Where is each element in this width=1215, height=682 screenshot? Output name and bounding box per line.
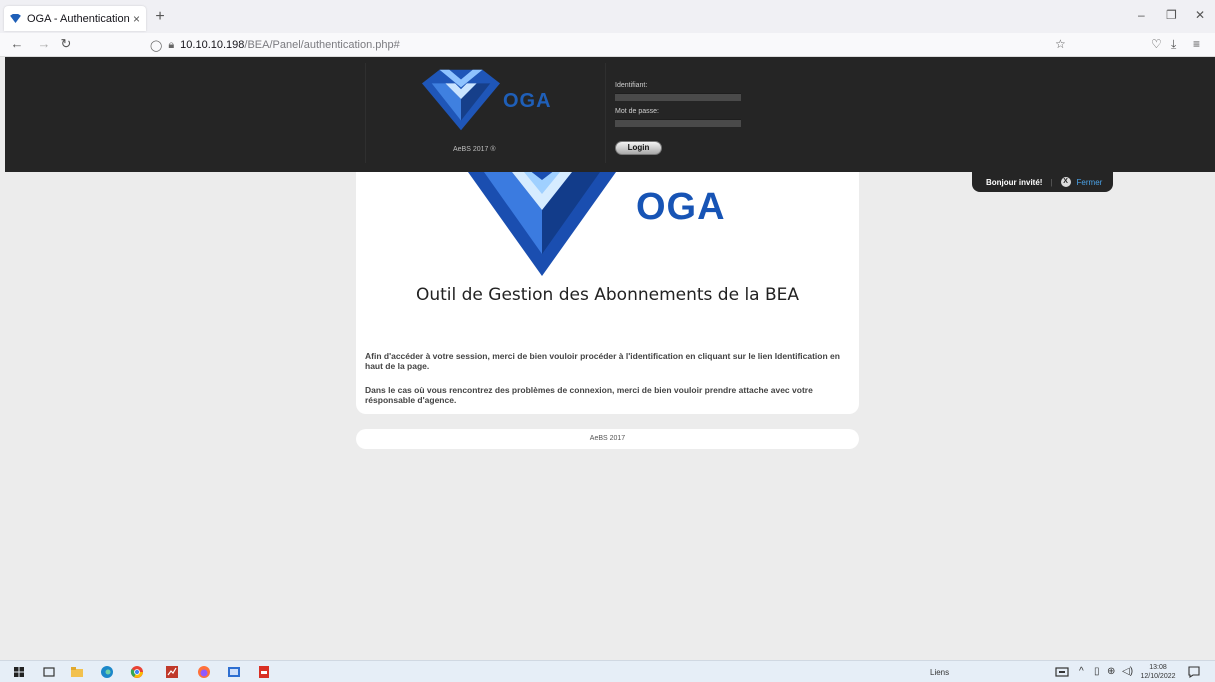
- username-input[interactable]: [615, 93, 741, 101]
- chevron-up-icon[interactable]: ^: [1079, 666, 1084, 677]
- pdf-reader-icon[interactable]: [257, 665, 271, 679]
- shield-icon[interactable]: ◯: [150, 39, 162, 52]
- url-path: /BEA/Panel/authentication.php#: [244, 39, 400, 51]
- edge-browser-icon[interactable]: [100, 665, 114, 679]
- pocket-icon[interactable]: ♡: [1151, 37, 1162, 51]
- login-toggle-tab: Bonjour invité! | X Fermer: [972, 172, 1113, 192]
- task-view-icon[interactable]: [42, 665, 56, 679]
- file-explorer-icon[interactable]: [70, 665, 84, 679]
- taskbar-clock[interactable]: 13:08 12/10/2022: [1138, 663, 1178, 681]
- panel-divider: [605, 63, 606, 163]
- app-chart-icon[interactable]: [165, 665, 179, 679]
- browser-nav-bar: ← → ↻ ◯ 🔒︎ 10.10.10.198/BEA/Panel/authen…: [0, 33, 1215, 57]
- panel-copyright: AeBS 2017 ®: [453, 146, 496, 153]
- windows-start-icon[interactable]: [12, 665, 26, 679]
- main-logo-text: OGA: [636, 186, 726, 228]
- username-label: Identifiant:: [615, 82, 648, 89]
- chrome-browser-icon[interactable]: [130, 665, 144, 679]
- keyboard-icon[interactable]: [1055, 665, 1069, 679]
- close-window-button[interactable]: ✕: [1195, 8, 1205, 22]
- browser-tab[interactable]: OGA - Authentication ×: [4, 6, 146, 31]
- close-panel-link[interactable]: Fermer: [1077, 178, 1103, 187]
- page-footer: AeBS 2017: [356, 429, 859, 449]
- close-panel-icon[interactable]: X: [1060, 177, 1071, 187]
- instruction-paragraph: Afin d'accéder à votre session, merci de…: [365, 351, 840, 371]
- page-title: Outil de Gestion des Abonnements de la B…: [415, 285, 800, 305]
- address-bar[interactable]: ◯ 🔒︎ 10.10.10.198/BEA/Panel/authenticati…: [150, 35, 1080, 55]
- oga-logo-icon: [422, 69, 500, 131]
- support-paragraph: Dans le cas où vous rencontrez des probl…: [365, 385, 813, 405]
- notification-icon[interactable]: [1187, 665, 1201, 679]
- minimize-button[interactable]: –: [1138, 8, 1145, 22]
- greeting-text: Bonjour invité!: [986, 177, 1043, 187]
- forward-arrow-icon[interactable]: →: [36, 36, 52, 51]
- main-content-card: OGA Outil de Gestion des Abonnements de …: [356, 172, 859, 414]
- reload-icon[interactable]: ↻: [58, 36, 74, 52]
- password-input[interactable]: [615, 119, 741, 127]
- oga-logo-large-icon: [468, 172, 616, 276]
- windows-taskbar: Liens ^ ▯ ⊕ ◁) 13:08 12/10/2022: [0, 660, 1215, 682]
- oga-favicon-icon: [10, 14, 21, 23]
- browser-tab-bar: OGA - Authentication × + – ❐ ✕: [0, 0, 1215, 33]
- bookmark-star-icon[interactable]: ☆: [1055, 37, 1066, 51]
- back-arrow-icon[interactable]: ←: [9, 36, 25, 51]
- panel-logo-text: OGA: [503, 90, 552, 112]
- restore-button[interactable]: ❐: [1166, 8, 1177, 22]
- firefox-icon[interactable]: [197, 665, 211, 679]
- tab-close-icon[interactable]: ×: [133, 12, 140, 26]
- network-icon[interactable]: ⊕: [1107, 666, 1115, 677]
- volume-icon[interactable]: ◁): [1122, 666, 1133, 677]
- toggle-separator: |: [1050, 177, 1053, 187]
- battery-icon[interactable]: ▯: [1094, 666, 1100, 677]
- url-host: 10.10.10.198: [180, 39, 245, 51]
- menu-icon[interactable]: ≡: [1193, 37, 1200, 51]
- lock-icon[interactable]: 🔒︎: [168, 39, 174, 52]
- login-button[interactable]: Login: [615, 141, 662, 155]
- new-tab-button[interactable]: +: [152, 8, 168, 26]
- clock-date: 12/10/2022: [1140, 673, 1176, 680]
- taskbar-links-label[interactable]: Liens: [930, 668, 949, 677]
- tab-title: OGA - Authentication: [27, 12, 130, 25]
- password-label: Mot de passe:: [615, 108, 659, 115]
- panel-divider: [365, 63, 366, 163]
- download-icon[interactable]: ⤓: [1171, 37, 1176, 52]
- login-panel: OGA AeBS 2017 ® Identifiant: Mot de pass…: [5, 57, 1215, 172]
- clock-time: 13:08: [1149, 664, 1167, 671]
- app-window-icon[interactable]: [227, 665, 241, 679]
